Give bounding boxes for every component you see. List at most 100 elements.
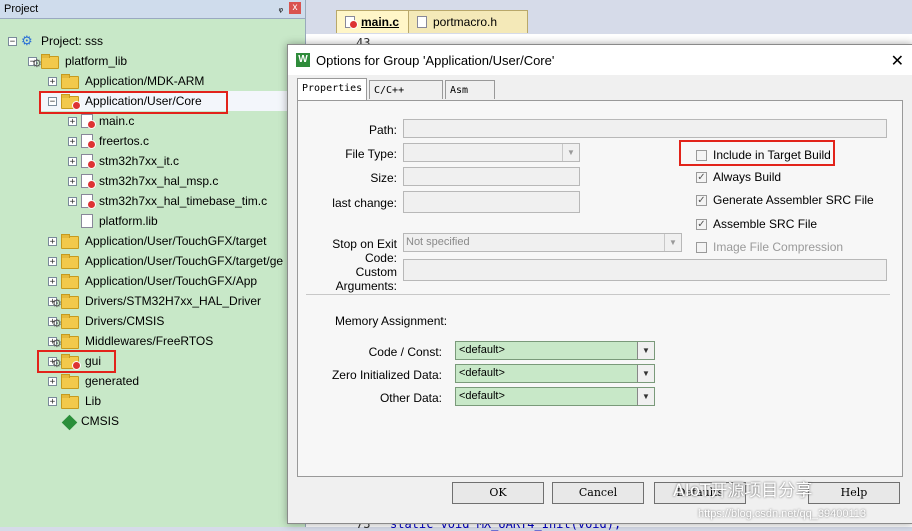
tree-item-label: CMSIS <box>81 414 120 428</box>
checkbox-box[interactable]: ✓ <box>696 171 707 183</box>
stop-exit-label: Stop on Exit Code: <box>332 237 397 265</box>
filetype-select: ▼ <box>403 143 580 162</box>
tree-item-project[interactable]: − ⚙ Project: sss <box>8 31 103 51</box>
expand-toggle[interactable]: + <box>68 116 77 126</box>
c-file-excluded-icon <box>345 16 358 29</box>
tab-main-c[interactable]: main.c <box>336 10 418 33</box>
generate-asm-src-checkbox[interactable]: ✓ Generate Assembler SRC File <box>696 193 874 207</box>
folder-icon <box>61 273 79 289</box>
assemble-src-checkbox[interactable]: ✓ Assemble SRC File <box>696 217 817 231</box>
tree-item-file[interactable]: + freertos.c <box>68 131 149 151</box>
dialog-titlebar[interactable]: W Options for Group 'Application/User/Co… <box>288 45 912 75</box>
expand-toggle[interactable]: + <box>68 176 77 186</box>
code-const-select[interactable]: <default> ▼ <box>455 341 655 360</box>
folder-icon: ⚙ <box>52 333 79 350</box>
zero-init-label: Zero Initialized Data: <box>331 368 442 382</box>
help-button[interactable]: Help <box>808 482 900 504</box>
highlight-include-build <box>679 140 835 166</box>
checkbox-box[interactable]: ✓ <box>696 218 707 230</box>
watermark-url: https://blog.csdn.net/qq_39400113 <box>698 508 866 520</box>
chevron-down-icon: ▼ <box>664 234 681 251</box>
tree-item-group[interactable]: + ⚙ Drivers/STM32H7xx_HAL_Driver <box>48 291 261 311</box>
collapse-toggle[interactable]: − <box>8 36 17 46</box>
editor-tab-bar: main.c portmacro.h <box>306 0 912 34</box>
tree-item-file[interactable]: + stm32h7xx_hal_timebase_tim.c <box>68 191 267 211</box>
tree-item-cmsis[interactable]: CMSIS <box>61 411 119 431</box>
tab-cpp[interactable]: C/C++ (AC6) <box>369 80 443 115</box>
tree-item-group[interactable]: + generated <box>48 371 139 391</box>
chevron-down-icon[interactable]: ▼ <box>637 365 654 382</box>
size-label: Size: <box>370 171 397 185</box>
close-icon[interactable]: ✕ <box>891 51 904 71</box>
chevron-down-icon[interactable]: ▼ <box>637 388 654 405</box>
checkbox-label: Generate Assembler SRC File <box>713 193 874 207</box>
select-value: <default> <box>459 367 505 379</box>
tree-item-group[interactable]: + ⚙ Drivers/CMSIS <box>48 311 164 331</box>
select-value: <default> <box>459 390 505 402</box>
lastchange-field <box>403 191 580 213</box>
project-pane-title: Project <box>4 3 39 15</box>
tree-item-label: stm32h7xx_hal_timebase_tim.c <box>99 194 268 208</box>
tab-portmacro-h[interactable]: portmacro.h <box>408 10 528 33</box>
zero-init-select[interactable]: <default> ▼ <box>455 364 655 383</box>
expand-toggle[interactable]: + <box>68 136 77 146</box>
chevron-down-icon[interactable]: ▼ <box>637 342 654 359</box>
expand-toggle[interactable]: + <box>68 156 77 166</box>
checkbox-box[interactable]: ✓ <box>696 194 707 206</box>
select-value: <default> <box>459 344 505 356</box>
tree-item-file[interactable]: platform.lib <box>81 211 158 231</box>
cmsis-diamond-icon <box>61 414 78 430</box>
tree-item-group[interactable]: + Application/MDK-ARM <box>48 71 204 91</box>
folder-icon <box>61 393 79 409</box>
expand-toggle[interactable]: + <box>48 76 57 86</box>
tree-item-label: Project: sss <box>41 34 104 48</box>
folder-icon <box>61 73 79 89</box>
close-pane-button[interactable]: x <box>289 2 301 14</box>
cancel-button[interactable]: Cancel <box>552 482 644 504</box>
c-file-excluded-icon <box>81 174 96 189</box>
stop-exit-value: Not specified <box>406 236 470 248</box>
lastchange-label: last change: <box>332 196 397 210</box>
ok-button[interactable]: OK <box>452 482 544 504</box>
expand-toggle[interactable]: + <box>48 256 57 266</box>
tree-item-file[interactable]: + stm32h7xx_it.c <box>68 151 179 171</box>
tree-item-platform-lib[interactable]: − ⚙ platform_lib <box>28 51 127 71</box>
folder-icon: ⚙ <box>52 293 79 310</box>
size-field <box>403 167 580 186</box>
tree-item-group[interactable]: + Application/User/TouchGFX/App <box>48 271 257 291</box>
checkbox-box <box>696 241 707 253</box>
project-pane: Project ᵩ x − ⚙ Project: sss − ⚙ platfor… <box>0 0 306 527</box>
expand-toggle[interactable]: + <box>48 276 57 286</box>
chevron-down-icon: ▼ <box>562 144 579 161</box>
tree-item-group[interactable]: + Lib <box>48 391 101 411</box>
tree-item-group[interactable]: + ⚙ Middlewares/FreeRTOS <box>48 331 213 351</box>
tab-label: portmacro.h <box>433 15 498 29</box>
tree-item-label: stm32h7xx_hal_msp.c <box>99 174 219 188</box>
always-build-checkbox[interactable]: ✓ Always Build <box>696 170 781 184</box>
tree-item-group[interactable]: + Application/User/TouchGFX/target/ge <box>48 251 283 271</box>
expand-toggle[interactable]: + <box>68 196 77 206</box>
custom-args-field <box>403 259 887 281</box>
pin-icon[interactable]: ᵩ <box>279 3 283 14</box>
tree-item-label: Middlewares/FreeRTOS <box>85 334 214 348</box>
tree-item-group[interactable]: + Application/User/TouchGFX/target <box>48 231 266 251</box>
code-const-label: Code / Const: <box>368 345 442 359</box>
tree-item-file[interactable]: + stm32h7xx_hal_msp.c <box>68 171 218 191</box>
tree-item-label: Application/User/TouchGFX/target <box>85 234 267 248</box>
tab-properties[interactable]: Properties <box>297 78 367 100</box>
project-icon: ⚙ <box>21 33 33 48</box>
expand-toggle[interactable]: + <box>48 236 57 246</box>
checkbox-label: Image File Compression <box>713 240 844 254</box>
tab-asm[interactable]: Asm <box>445 80 495 99</box>
folder-icon: ⚙ <box>52 313 79 330</box>
other-data-select[interactable]: <default> ▼ <box>455 387 655 406</box>
lib-file-icon <box>81 214 93 228</box>
image-file-compression-checkbox: Image File Compression <box>696 240 843 254</box>
tree-item-file[interactable]: + main.c <box>68 111 134 131</box>
watermark-text: AIoT开源项目分享 <box>673 481 813 501</box>
expand-toggle[interactable]: + <box>48 376 57 386</box>
tree-item-label: Application/User/TouchGFX/target/ge <box>85 254 284 268</box>
expand-toggle[interactable]: + <box>48 396 57 406</box>
c-file-excluded-icon <box>81 194 96 209</box>
tree-item-label: platform.lib <box>99 214 158 228</box>
